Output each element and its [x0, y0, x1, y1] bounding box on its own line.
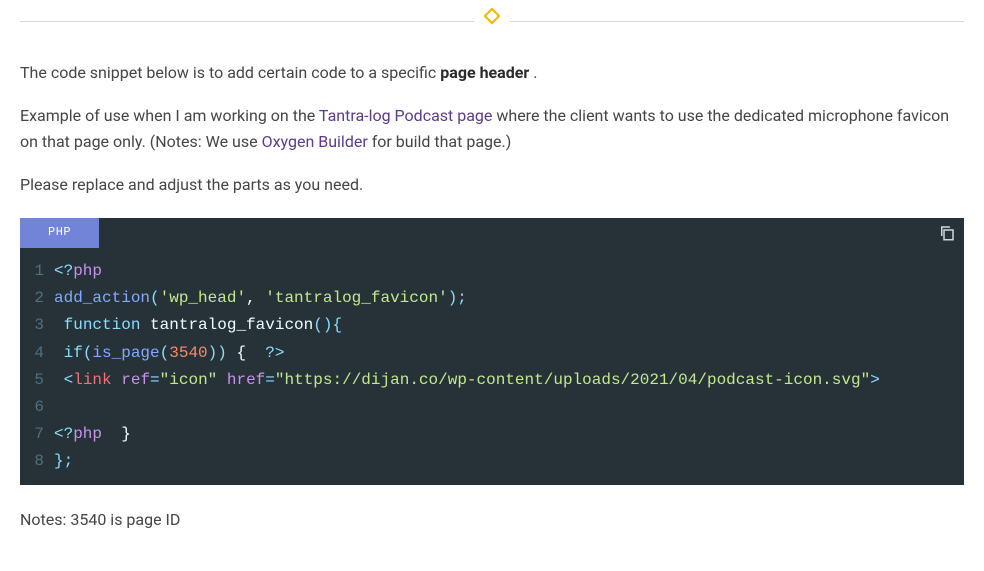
link-tantralog-podcast[interactable]: Tantra-log Podcast page: [319, 106, 492, 125]
tok: ,: [246, 285, 265, 312]
tok: "icon": [160, 367, 218, 394]
tok: href: [227, 367, 265, 394]
tok: php: [73, 421, 102, 448]
tok: link: [73, 367, 111, 394]
tok: (: [150, 285, 160, 312]
line-number: 4: [20, 340, 54, 367]
indent: [54, 340, 64, 367]
divider-line-left: [20, 21, 474, 22]
code-line: 1<?php: [20, 258, 964, 285]
tok: 'wp_head': [160, 285, 246, 312]
copy-icon: [938, 224, 956, 242]
language-tab: PHP: [20, 218, 99, 248]
code-line: 3 function tantralog_favicon(){: [20, 312, 964, 339]
tok: <?: [54, 421, 73, 448]
line-number: 3: [20, 312, 54, 339]
intro-paragraph-3: Please replace and adjust the parts as y…: [20, 172, 964, 198]
tok: 3540: [169, 340, 207, 367]
tok: tantralog_favicon: [150, 312, 313, 339]
tok: )): [208, 340, 227, 367]
code-line: 4 if(is_page(3540)) { ?>: [20, 340, 964, 367]
tok: }: [102, 421, 131, 448]
tok: <: [64, 367, 74, 394]
tok: <?: [54, 258, 73, 285]
tok: [112, 367, 122, 394]
code-block: PHP 1<?php 2add_action('wp_head', 'tantr…: [20, 218, 964, 486]
tok: "https://dijan.co/wp-content/uploads/202…: [275, 367, 870, 394]
indent: [54, 367, 64, 394]
tok: };: [54, 448, 73, 475]
line-number: 6: [20, 394, 54, 421]
text: for build that page.): [368, 132, 512, 151]
code-line: 5 <link ref="icon" href="https://dijan.c…: [20, 367, 964, 394]
line-number: 7: [20, 421, 54, 448]
notes-text: Notes: 3540 is page ID: [20, 507, 964, 533]
indent: [54, 312, 64, 339]
text: Example of use when I am working on the: [20, 106, 319, 125]
strong-page-header: page header: [440, 63, 529, 82]
tok: (){: [313, 312, 342, 339]
tok: =: [150, 367, 160, 394]
link-oxygen-builder[interactable]: Oxygen Builder: [262, 132, 368, 151]
tok: is_page: [92, 340, 159, 367]
code-body: 1<?php 2add_action('wp_head', 'tantralog…: [20, 248, 964, 486]
line-number: 2: [20, 285, 54, 312]
code-line: 2add_action('wp_head', 'tantralog_favico…: [20, 285, 964, 312]
tok: >: [870, 367, 880, 394]
code-line: 8};: [20, 448, 964, 475]
tok: [217, 367, 227, 394]
line-number: 1: [20, 258, 54, 285]
tok: function: [64, 312, 150, 339]
tok: );: [448, 285, 467, 312]
tok: 'tantralog_favicon': [265, 285, 447, 312]
tok: add_action: [54, 285, 150, 312]
tok: (: [83, 340, 93, 367]
diamond-icon: [482, 6, 502, 34]
tok: if: [64, 340, 83, 367]
tok: ref: [121, 367, 150, 394]
intro-paragraph-2: Example of use when I am working on the …: [20, 103, 964, 154]
intro-paragraph-1: The code snippet below is to add certain…: [20, 60, 964, 86]
line-number: 5: [20, 367, 54, 394]
text: The code snippet below is to add certain…: [20, 63, 440, 82]
code-header: PHP: [20, 218, 964, 248]
tok: (: [160, 340, 170, 367]
tok: =: [265, 367, 275, 394]
tok: {: [227, 340, 265, 367]
section-divider: [20, 8, 964, 36]
line-number: 8: [20, 448, 54, 475]
code-line: 7<?php }: [20, 421, 964, 448]
tok: ?>: [265, 340, 284, 367]
text: .: [529, 63, 537, 82]
tok: php: [73, 258, 102, 285]
copy-button[interactable]: [930, 218, 964, 248]
code-line: 6: [20, 394, 964, 421]
divider-line-right: [510, 21, 964, 22]
